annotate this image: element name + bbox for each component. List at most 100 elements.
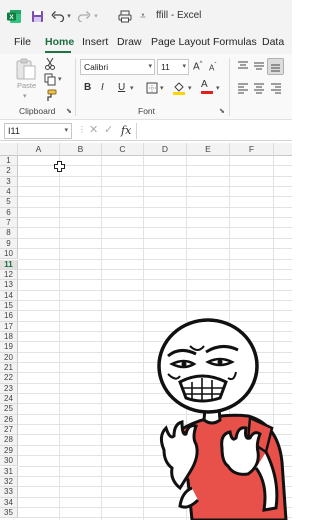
underline-button[interactable]: U — [118, 83, 125, 93]
column-header-c[interactable]: C — [102, 143, 144, 156]
align-middle-icon[interactable] — [253, 61, 265, 75]
clipboard-launcher-icon[interactable]: ⬊ — [66, 108, 72, 115]
column-header-d[interactable]: D — [144, 143, 187, 156]
borders-icon[interactable] — [146, 82, 158, 97]
row-header[interactable]: 27 — [0, 425, 18, 436]
column-header-g[interactable] — [274, 143, 292, 156]
window-title: ffill - Excel — [156, 10, 202, 21]
undo-icon[interactable] — [50, 7, 66, 25]
row-header[interactable]: 19 — [0, 342, 18, 353]
row-header[interactable]: 16 — [0, 311, 18, 322]
paste-icon[interactable] — [14, 58, 38, 83]
cut-icon[interactable] — [44, 57, 56, 73]
clipboard-group-label: Clipboard — [19, 106, 56, 116]
name-box-dropdown-icon[interactable]: ▾ — [64, 124, 68, 138]
copy-icon[interactable] — [44, 73, 56, 89]
row-header[interactable]: 18 — [0, 331, 18, 343]
row-header[interactable]: 28 — [0, 435, 18, 446]
column-header-b[interactable]: B — [60, 143, 102, 156]
row-header[interactable]: 7 — [0, 218, 18, 229]
font-launcher-icon[interactable]: ⬊ — [219, 108, 225, 115]
tab-data[interactable]: Data — [262, 36, 284, 48]
row-header[interactable]: 26 — [0, 414, 18, 426]
ribbon-tabs: File Home Insert Draw Page Layout Formul… — [0, 32, 292, 54]
underline-dropdown-icon[interactable]: ▾ — [130, 85, 134, 92]
row-header[interactable]: 14 — [0, 290, 18, 301]
align-right-icon[interactable] — [270, 83, 282, 97]
row-header[interactable]: 15 — [0, 300, 18, 312]
row-header[interactable]: 5 — [0, 197, 18, 208]
row-header[interactable]: 12 — [0, 269, 18, 281]
shrink-font-button[interactable]: Aˇ — [209, 63, 216, 73]
fill-color-dropdown-icon[interactable]: ▾ — [188, 85, 192, 92]
column-header-f[interactable]: F — [230, 143, 274, 156]
font-group-label: Font — [138, 106, 156, 116]
align-bottom-icon[interactable] — [267, 58, 284, 75]
row-header[interactable]: 34 — [0, 497, 18, 508]
row-header[interactable]: 3 — [0, 176, 18, 188]
align-center-icon[interactable] — [253, 83, 265, 97]
row-header[interactable]: 33 — [0, 487, 18, 498]
print-preview-icon[interactable] — [117, 7, 133, 25]
name-box[interactable]: I11 ▾ — [4, 123, 72, 139]
font-color-swatch — [201, 91, 213, 94]
row-header[interactable]: 17 — [0, 321, 18, 332]
row-header[interactable]: 2 — [0, 166, 18, 177]
row-header[interactable]: 6 — [0, 207, 18, 219]
copy-dropdown-icon[interactable]: ▾ — [58, 76, 62, 83]
row-header[interactable]: 13 — [0, 280, 18, 291]
tab-home[interactable]: Home — [45, 36, 74, 48]
column-header-e[interactable]: E — [187, 143, 230, 156]
align-left-icon[interactable] — [237, 83, 249, 97]
row-header[interactable]: 10 — [0, 249, 18, 260]
enter-icon[interactable]: ✓ — [104, 125, 113, 136]
undo-dropdown-icon[interactable]: ▾ — [65, 7, 73, 25]
column-header-a[interactable]: A — [18, 143, 60, 156]
row-header[interactable]: 24 — [0, 394, 18, 405]
row-header[interactable]: 32 — [0, 476, 18, 488]
row-header[interactable]: 31 — [0, 466, 18, 477]
row-header[interactable]: 23 — [0, 383, 18, 395]
font-color-button[interactable]: A — [201, 80, 213, 94]
paste-dropdown-icon[interactable]: ▾ — [23, 93, 27, 100]
formula-bar-more-icon[interactable]: ⋮ — [78, 126, 86, 134]
align-top-icon[interactable] — [237, 61, 249, 75]
tab-insert[interactable]: Insert — [82, 36, 108, 48]
grow-font-button[interactable]: A^ — [193, 61, 203, 72]
paste-label[interactable]: Paste — [17, 82, 36, 90]
insert-function-button[interactable]: fx — [121, 125, 131, 136]
customize-icon[interactable]: ⩡ — [138, 7, 148, 25]
row-header[interactable]: 1 — [0, 156, 18, 167]
italic-button[interactable]: I — [101, 83, 104, 93]
tab-draw[interactable]: Draw — [117, 36, 142, 48]
fill-color-icon[interactable] — [172, 81, 186, 98]
row-header[interactable]: 21 — [0, 363, 18, 374]
row-header[interactable]: 35 — [0, 507, 18, 519]
row-header[interactable]: 22 — [0, 373, 18, 384]
font-name-combo[interactable]: Calibri ▾ — [80, 59, 155, 75]
row-header[interactable]: 11 — [0, 259, 18, 270]
tab-page-layout[interactable]: Page Layout — [151, 36, 210, 48]
redo-dropdown-icon[interactable]: ▾ — [92, 7, 100, 25]
font-color-dropdown-icon[interactable]: ▾ — [216, 85, 220, 92]
row-header[interactable]: 8 — [0, 228, 18, 239]
group-divider — [75, 58, 76, 116]
select-all-corner[interactable] — [0, 143, 18, 156]
font-size-combo[interactable]: 11 ▾ — [157, 59, 189, 75]
row-header[interactable]: 25 — [0, 404, 18, 415]
save-icon[interactable] — [29, 7, 45, 25]
gridline-column — [101, 156, 102, 520]
tab-file[interactable]: File — [14, 36, 31, 48]
tab-formulas[interactable]: Formulas — [213, 36, 257, 48]
row-header[interactable]: 30 — [0, 456, 18, 467]
row-header[interactable]: 29 — [0, 445, 18, 457]
redo-icon[interactable] — [76, 7, 92, 25]
row-header[interactable]: 20 — [0, 352, 18, 363]
formula-divider — [136, 123, 137, 139]
row-header[interactable]: 4 — [0, 187, 18, 198]
row-header[interactable]: 9 — [0, 238, 18, 250]
format-painter-icon[interactable] — [44, 89, 57, 105]
bold-button[interactable]: B — [84, 83, 91, 93]
borders-dropdown-icon[interactable]: ▾ — [160, 85, 164, 92]
cancel-icon[interactable]: ✕ — [89, 125, 98, 136]
